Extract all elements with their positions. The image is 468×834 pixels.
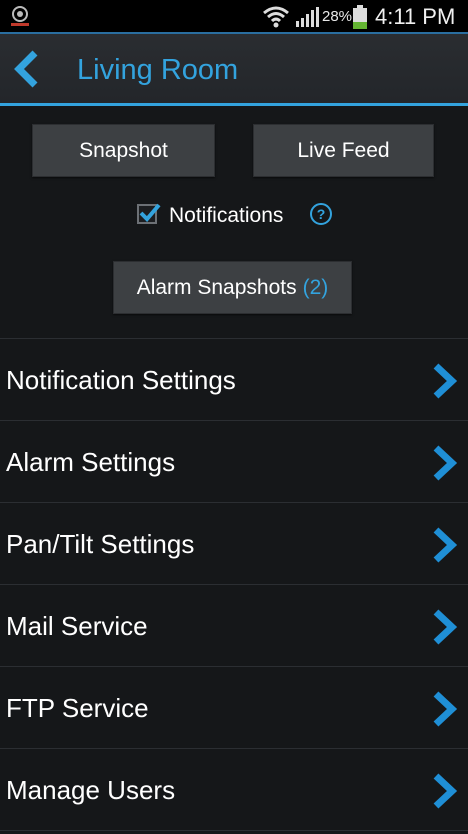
chevron-right-icon — [433, 527, 458, 563]
chevron-left-icon[interactable] — [10, 50, 44, 88]
chevron-right-icon — [433, 691, 458, 727]
help-icon[interactable]: ? — [310, 203, 332, 225]
wifi-icon — [263, 6, 289, 28]
signal-icon — [296, 7, 319, 27]
menu-item-label: Pan/Tilt Settings — [6, 529, 195, 559]
menu-item-alarm-settings[interactable]: Alarm Settings — [0, 420, 468, 502]
menu-item-label: FTP Service — [6, 693, 149, 723]
menu-item-ftp-service[interactable]: FTP Service — [0, 666, 468, 748]
alarm-snapshots-button[interactable]: Alarm Snapshots (2) — [113, 261, 352, 314]
chevron-right-icon — [433, 445, 458, 481]
page-title: Living Room — [77, 54, 239, 86]
menu-item-label: Notification Settings — [6, 365, 236, 395]
snapshot-button[interactable]: Snapshot — [32, 124, 215, 177]
header-accent-line — [0, 103, 468, 106]
menu-item-manage-users[interactable]: Manage Users — [0, 748, 468, 831]
settings-menu: Notification Settings Alarm Settings Pan… — [0, 338, 468, 831]
chevron-right-icon — [433, 363, 458, 399]
clock: 4:11 PM — [375, 4, 456, 29]
alarm-snapshots-count: (2) — [302, 275, 329, 299]
notifications-label: Notifications — [169, 204, 284, 227]
live-feed-button[interactable]: Live Feed — [253, 124, 434, 177]
chevron-right-icon — [433, 609, 458, 645]
notifications-checkbox[interactable] — [137, 203, 161, 224]
menu-item-mail-service[interactable]: Mail Service — [0, 584, 468, 666]
battery-icon — [353, 5, 367, 29]
menu-item-notification-settings[interactable]: Notification Settings — [0, 338, 468, 420]
app-logo-icon — [11, 6, 29, 26]
menu-item-label: Alarm Settings — [6, 447, 176, 477]
battery-percent: 28% — [322, 8, 353, 25]
menu-item-pan-tilt-settings[interactable]: Pan/Tilt Settings — [0, 502, 468, 584]
checkmark-icon — [139, 203, 161, 222]
chevron-right-icon — [433, 773, 458, 809]
action-bar: Living Room — [0, 34, 468, 106]
menu-item-label: Manage Users — [6, 775, 176, 805]
menu-item-label: Mail Service — [6, 611, 148, 641]
status-bar: 28% 4:11 PM — [0, 0, 468, 34]
alarm-snapshots-label: Alarm Snapshots — [136, 275, 297, 299]
